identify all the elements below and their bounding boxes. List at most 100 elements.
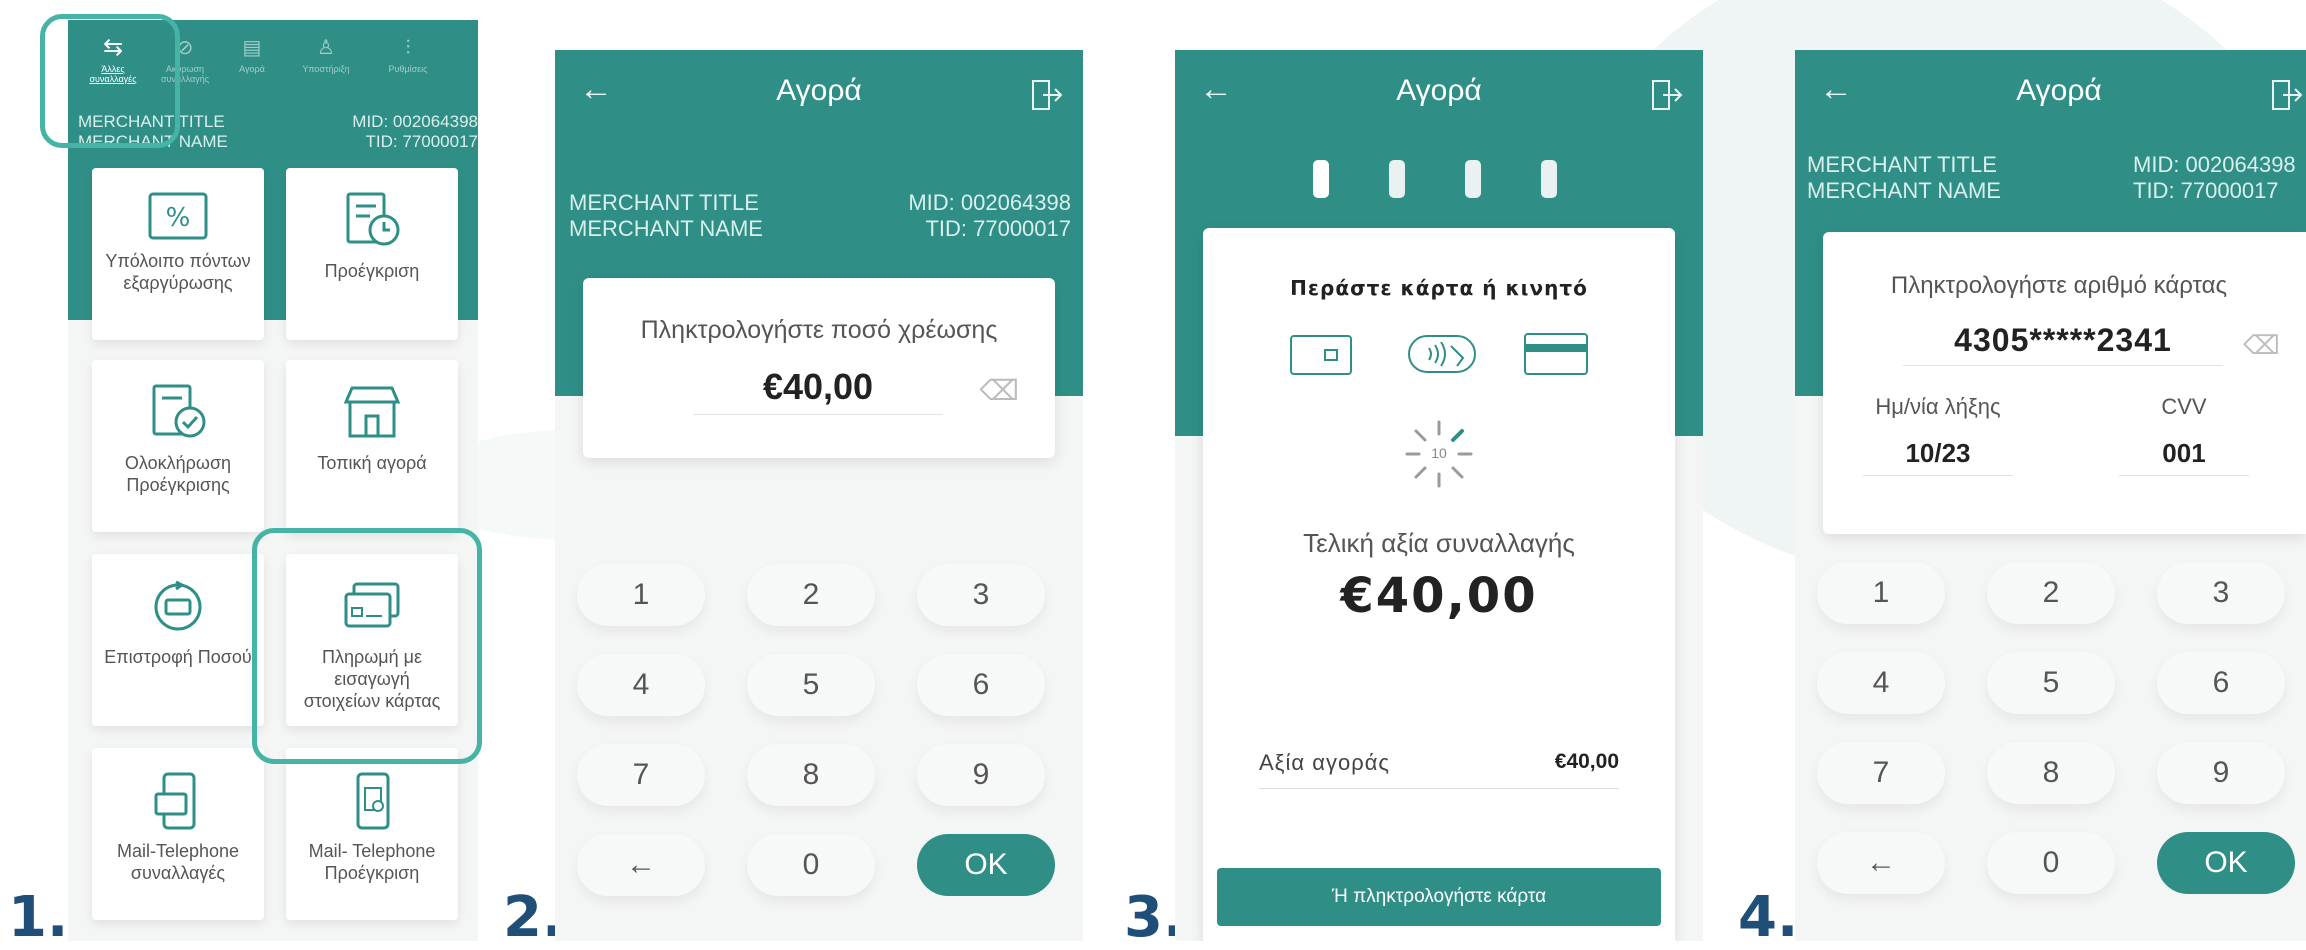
- ok-button[interactable]: OK: [2157, 832, 2295, 894]
- tile-label: Προέγκριση: [324, 261, 420, 281]
- purchase-amount: €40,00: [1554, 750, 1619, 773]
- enter-card-button[interactable]: Ή πληκτρολογήστε κάρτα: [1217, 868, 1661, 926]
- step-number: 4.: [1738, 885, 1799, 950]
- tile-local-purchase[interactable]: Τοπική αγορά: [286, 360, 458, 532]
- key-3[interactable]: 3: [2157, 562, 2285, 624]
- terminal-info: MID: 002064398 TID: 77000017: [2133, 152, 2296, 204]
- amount-input[interactable]: €40,00: [693, 366, 943, 415]
- key-9[interactable]: 9: [917, 744, 1045, 806]
- payment-card: Περάστε κάρτα ή κινητό 10 Τελική αξία συ…: [1203, 228, 1675, 941]
- merchant-title: MERCHANT TITLE: [1807, 152, 1997, 177]
- key-0[interactable]: 0: [1987, 832, 2115, 894]
- backspace-icon[interactable]: ⌫: [2243, 330, 2280, 361]
- total-amount: €40,00: [1340, 568, 1538, 624]
- exit-icon[interactable]: [1029, 78, 1063, 112]
- key-2[interactable]: 2: [1987, 562, 2115, 624]
- key-2[interactable]: 2: [747, 564, 875, 626]
- exit-icon[interactable]: [2269, 78, 2303, 112]
- total-label: Τελική αξία συναλλαγής: [1303, 528, 1575, 558]
- screen-title: Αγορά: [2016, 74, 2102, 107]
- shop-icon: [343, 386, 401, 438]
- cvv-input[interactable]: 001: [2119, 438, 2249, 476]
- terminal-id: TID: 77000017: [925, 216, 1071, 241]
- countdown-spinner: 10: [1399, 414, 1479, 494]
- tile-label: Ολοκλήρωση Προέγκρισης: [124, 453, 232, 495]
- screen-title: Αγορά: [776, 74, 862, 107]
- support-icon: ♙: [317, 37, 335, 59]
- tab-settings[interactable]: ⫶ Ρυθμίσεις: [368, 32, 448, 74]
- contactless-indicator-lights: [1313, 160, 1573, 200]
- chip-card-icon: [1290, 335, 1352, 375]
- merchant-title: MERCHANT TITLE: [569, 190, 759, 215]
- terminal-info: MID: 002064398 TID: 77000017: [908, 190, 1071, 242]
- phone-card-icon: [154, 772, 196, 830]
- key-3[interactable]: 3: [917, 564, 1045, 626]
- tile-refund[interactable]: Επιστροφή Ποσού: [92, 554, 264, 726]
- tile-mail-telephone-transactions[interactable]: Mail-Telephone συναλλαγές: [92, 748, 264, 920]
- key-4[interactable]: 4: [577, 654, 705, 716]
- key-0[interactable]: 0: [747, 834, 875, 896]
- terminal-id: TID: 77000017: [365, 132, 478, 151]
- purchase-row: Αξία αγοράς €40,00: [1259, 750, 1619, 789]
- tile-label: Mail-Telephone συναλλαγές: [116, 841, 240, 883]
- document-check-icon: [152, 384, 206, 438]
- tab-purchase[interactable]: ▤ Αγορά: [222, 32, 282, 74]
- amount-card: Πληκτρολογήστε ποσό χρέωσης €40,00 ⌫: [583, 278, 1055, 458]
- expiry-input[interactable]: 10/23: [1863, 438, 2013, 476]
- key-5[interactable]: 5: [747, 654, 875, 716]
- purchase-icon: ▤: [242, 37, 262, 59]
- merchant-id: MID: 002064398: [908, 190, 1071, 215]
- purchase-label: Αξία αγοράς: [1259, 750, 1391, 775]
- key-7[interactable]: 7: [577, 744, 705, 806]
- expiry-label: Ημ/νία λήξης: [1875, 394, 2001, 419]
- tile-label: Mail- Telephone Προέγκριση: [308, 841, 436, 883]
- key-1[interactable]: 1: [577, 564, 705, 626]
- key-7[interactable]: 7: [1817, 742, 1945, 804]
- backspace-icon[interactable]: ⌫: [979, 374, 1019, 407]
- terminal-info: MID: 002064398 TID: 77000017: [352, 112, 478, 152]
- key-6[interactable]: 6: [2157, 652, 2285, 714]
- tab-label: Αγορά: [239, 64, 265, 74]
- key-back[interactable]: ←: [1817, 832, 1945, 894]
- screen-tap-card: ← Αγορά Περάστε κάρτα ή κινητό 10 Τελική…: [1175, 50, 1703, 941]
- tile-label: Επιστροφή Ποσού: [104, 647, 252, 667]
- countdown-value: 10: [1431, 445, 1447, 461]
- highlight-frame: [252, 528, 482, 764]
- step-number: 1.: [8, 885, 69, 950]
- ok-button[interactable]: OK: [917, 834, 1055, 896]
- tap-prompt: Περάστε κάρτα ή κινητό: [1290, 276, 1588, 300]
- tile-points-balance[interactable]: % Υπόλοιπο πόντων εξαργύρωσης: [92, 168, 264, 340]
- indicator-light: [1465, 160, 1481, 198]
- tile-preauth-completion[interactable]: Ολοκλήρωση Προέγκρισης: [92, 360, 264, 532]
- swipe-card-icon: [1524, 333, 1588, 375]
- cvv-label: CVV: [2161, 394, 2207, 419]
- merchant-name: MERCHANT NAME: [569, 216, 763, 241]
- settings-icon: ⫶: [405, 37, 411, 59]
- refund-icon: [154, 580, 202, 631]
- key-8[interactable]: 8: [747, 744, 875, 806]
- tile-label: Τοπική αγορά: [317, 453, 427, 473]
- document-clock-icon: [346, 192, 400, 246]
- exit-icon[interactable]: [1649, 78, 1683, 112]
- tab-label: Ρυθμίσεις: [388, 64, 428, 74]
- screen-card-entry: ← Αγορά MERCHANT TITLE MERCHANT NAME MID…: [1795, 50, 2306, 941]
- tab-support[interactable]: ♙ Υποστήριξη: [286, 32, 366, 74]
- tile-preauthorization[interactable]: Προέγκριση: [286, 168, 458, 340]
- phone-document-icon: [356, 772, 390, 830]
- key-8[interactable]: 8: [1987, 742, 2115, 804]
- tab-label: Υποστήριξη: [302, 64, 350, 74]
- key-4[interactable]: 4: [1817, 652, 1945, 714]
- key-back[interactable]: ←: [577, 834, 705, 896]
- key-1[interactable]: 1: [1817, 562, 1945, 624]
- merchant-info: MERCHANT TITLE MERCHANT NAME: [1807, 152, 2001, 204]
- key-5[interactable]: 5: [1987, 652, 2115, 714]
- tile-mail-telephone-preauth[interactable]: Mail- Telephone Προέγκριση: [286, 748, 458, 920]
- svg-text:%: %: [166, 203, 191, 233]
- indicator-light: [1389, 160, 1405, 198]
- card-number-prompt: Πληκτρολογήστε αριθμό κάρτας: [1890, 272, 2228, 299]
- card-number-input[interactable]: 4305*****2341: [1903, 322, 2223, 366]
- screen-title: Αγορά: [1396, 74, 1482, 107]
- key-9[interactable]: 9: [2157, 742, 2285, 804]
- highlight-frame: [40, 14, 180, 148]
- key-6[interactable]: 6: [917, 654, 1045, 716]
